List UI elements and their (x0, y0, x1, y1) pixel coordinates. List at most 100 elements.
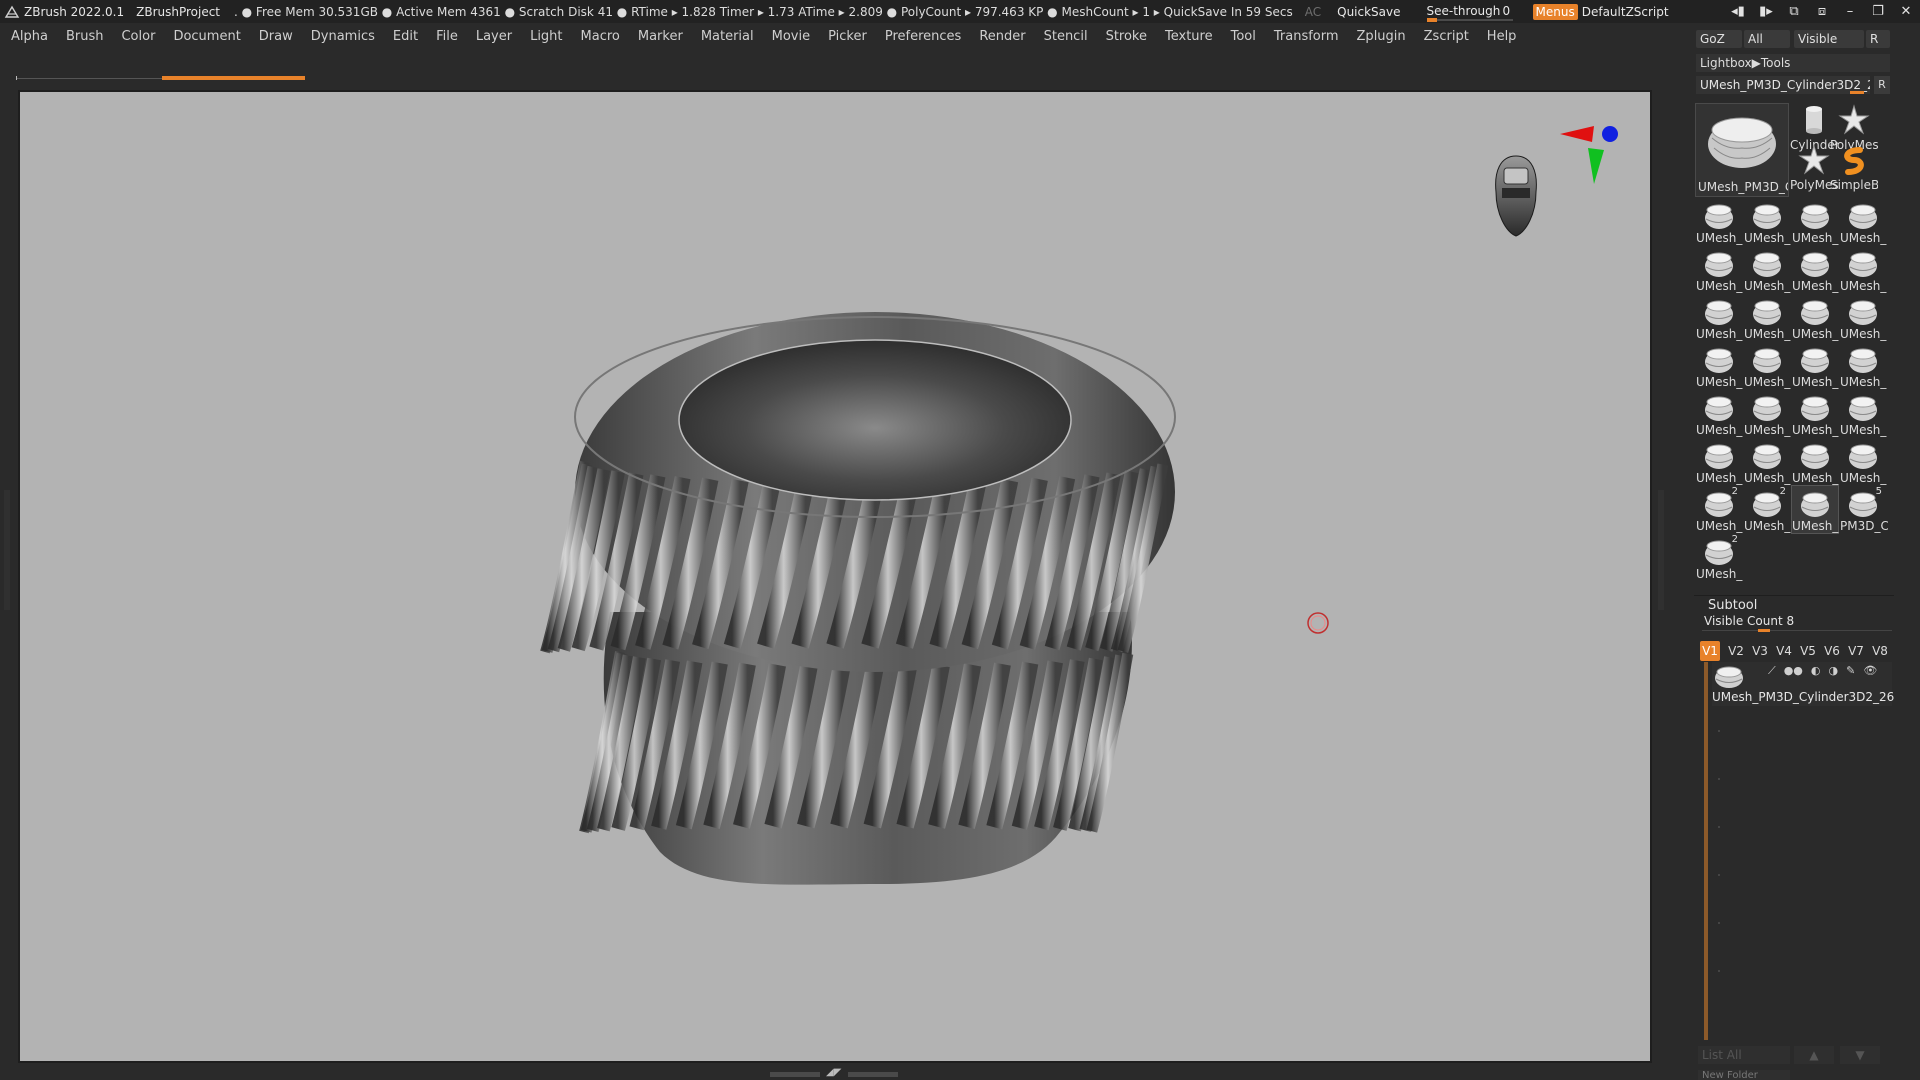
paint-brush-icon[interactable]: ✎ (1846, 664, 1855, 678)
goz-all-button[interactable]: All (1744, 30, 1790, 48)
navigation-gizmo-icon[interactable] (1495, 126, 1618, 237)
eye-icon[interactable]: 👁 (1863, 664, 1877, 678)
window-tile-icon[interactable]: ⧈ (1808, 4, 1836, 19)
tool-thumb-umesh[interactable]: UMesh_ (1696, 198, 1742, 245)
menu-render[interactable]: Render (979, 29, 1025, 44)
window-cascade-icon[interactable]: ⧉ (1780, 4, 1808, 19)
tool-r-button[interactable]: R (1874, 76, 1890, 94)
tool-thumb-umesh[interactable]: UMesh_ (1744, 390, 1790, 437)
default-zscript-button[interactable]: DefaultZScript (1582, 5, 1669, 19)
tool-thumb-umesh[interactable]: UMesh_ (1792, 390, 1838, 437)
tool-thumb-umesh[interactable]: UMesh_ (1696, 342, 1742, 389)
ui-layout-left-icon[interactable]: ◂▮ (1724, 4, 1752, 19)
see-through-slider[interactable]: See-through 0 (1426, 3, 1513, 22)
menu-help[interactable]: Help (1487, 29, 1517, 44)
bottom-tray-handle[interactable]: ◢◤ (770, 1068, 900, 1078)
menu-edit[interactable]: Edit (393, 29, 418, 44)
menu-stroke[interactable]: Stroke (1106, 29, 1147, 44)
menu-brush[interactable]: Brush (66, 29, 104, 44)
menu-material[interactable]: Material (701, 29, 754, 44)
tool-thumb-umesh[interactable]: UMesh_ (1792, 198, 1838, 245)
version-v6-button[interactable]: V6 (1820, 641, 1844, 661)
goz-visible-button[interactable]: Visible (1794, 30, 1864, 48)
menu-layer[interactable]: Layer (476, 29, 512, 44)
subtool-title[interactable]: Subtool (1708, 598, 1757, 613)
see-through-handle[interactable] (1426, 17, 1437, 22)
menu-preferences[interactable]: Preferences (885, 29, 961, 44)
tool-thumb-umesh[interactable]: UMesh_ (1744, 246, 1790, 293)
version-v5-button[interactable]: V5 (1796, 641, 1820, 661)
version-v3-button[interactable]: V3 (1748, 641, 1772, 661)
version-v7-button[interactable]: V7 (1844, 641, 1868, 661)
menu-texture[interactable]: Texture (1165, 29, 1213, 44)
version-v4-button[interactable]: V4 (1772, 641, 1796, 661)
menu-light[interactable]: Light (530, 29, 562, 44)
ac-toggle[interactable]: AC (1305, 5, 1321, 19)
menu-tool[interactable]: Tool (1231, 29, 1256, 44)
restore-icon[interactable]: ❐ (1864, 4, 1892, 19)
tool-thumb-umesh[interactable]: UMesh_ (1840, 198, 1886, 245)
solo-icon[interactable]: ◐ (1811, 664, 1821, 678)
menu-zplugin[interactable]: Zplugin (1357, 29, 1406, 44)
tool-thumb-umesh[interactable]: 5 PM3D_C (1840, 486, 1888, 533)
active-tool-thumbnail[interactable]: UMesh_PM3D_C (1695, 103, 1789, 197)
polypaint-icon[interactable]: ●● (1784, 664, 1803, 678)
version-v2-button[interactable]: V2 (1724, 641, 1748, 661)
goz-r-button[interactable]: R (1866, 30, 1890, 48)
document-canvas[interactable] (18, 90, 1652, 1063)
tool-thumb-umesh[interactable]: UMesh_ (1744, 438, 1790, 485)
tool-thumb-umesh[interactable]: UMesh_ (1840, 246, 1886, 293)
menu-zscript[interactable]: Zscript (1424, 29, 1469, 44)
subtool-list-item[interactable]: ⟋ ●● ◐ ◑ ✎ 👁 UMesh_PM3D_Cylinder3D2_26 (1712, 662, 1894, 706)
brush-visibility-icon[interactable]: ⟋ (1768, 664, 1776, 678)
see-through-track[interactable] (1426, 17, 1513, 22)
tool-thumb-umesh[interactable]: UMesh_ (1792, 438, 1838, 485)
tool-thumb-simpleb[interactable]: SimpleB (1830, 144, 1878, 192)
tool-thumb-umesh[interactable]: UMesh_ (1791, 485, 1839, 534)
tool-thumb-umesh[interactable]: 2 UMesh_ (1696, 534, 1742, 581)
tool-thumb-umesh[interactable]: UMesh_ (1840, 390, 1886, 437)
menu-file[interactable]: File (436, 29, 458, 44)
tool-thumb-umesh[interactable]: UMesh_ (1792, 342, 1838, 389)
menu-movie[interactable]: Movie (772, 29, 810, 44)
version-v1-button[interactable]: V1 (1700, 641, 1720, 661)
tool-thumb-umesh[interactable]: UMesh_ (1840, 294, 1886, 341)
current-tool-name[interactable]: UMesh_PM3D_Cylinder3D2_2 (1696, 76, 1870, 94)
minimize-icon[interactable]: – (1836, 4, 1864, 19)
list-all-button[interactable]: List All (1698, 1046, 1790, 1064)
move-up-icon[interactable]: ▲ (1794, 1046, 1834, 1064)
lightbox-tools-button[interactable]: Lightbox▶Tools (1696, 54, 1890, 72)
menu-marker[interactable]: Marker (638, 29, 683, 44)
menu-transform[interactable]: Transform (1274, 29, 1339, 44)
tool-thumb-umesh[interactable]: UMesh_ (1744, 294, 1790, 341)
visible-count-handle[interactable] (1758, 629, 1770, 632)
tool-thumb-umesh[interactable]: UMesh_ (1696, 438, 1742, 485)
goz-button[interactable]: GoZ (1696, 30, 1742, 48)
tool-thumb-umesh[interactable]: UMesh_ (1840, 438, 1886, 485)
tool-thumb-umesh[interactable]: UMesh_ (1744, 198, 1790, 245)
move-down-icon[interactable]: ▼ (1840, 1046, 1880, 1064)
version-v8-button[interactable]: V8 (1868, 641, 1892, 661)
menu-draw[interactable]: Draw (259, 29, 293, 44)
tool-thumb-umesh[interactable]: UMesh_ (1696, 246, 1742, 293)
menu-stencil[interactable]: Stencil (1044, 29, 1088, 44)
tool-thumb-umesh[interactable]: UMesh_ (1696, 390, 1742, 437)
tool-thumb-umesh[interactable]: UMesh_ (1696, 294, 1742, 341)
quicksave-button[interactable]: QuickSave (1337, 5, 1400, 19)
menu-color[interactable]: Color (121, 29, 155, 44)
menu-picker[interactable]: Picker (828, 29, 867, 44)
right-tray-handle[interactable] (1658, 490, 1664, 610)
tool-thumb-umesh[interactable]: UMesh_ (1792, 246, 1838, 293)
tool-thumb-umesh[interactable]: 2 UMesh_ (1744, 486, 1790, 533)
close-icon[interactable]: ✕ (1892, 4, 1920, 19)
tray-toggle-icon[interactable]: ◢◤ (826, 1068, 841, 1078)
ui-layout-right-icon[interactable]: ▮▸ (1752, 4, 1780, 19)
new-folder-button[interactable]: New Folder (1698, 1070, 1790, 1080)
tool-thumb-umesh[interactable]: 2 UMesh_ (1696, 486, 1742, 533)
menu-alpha[interactable]: Alpha (11, 29, 48, 44)
tool-thumb-umesh[interactable]: UMesh_ (1840, 342, 1886, 389)
left-tray-handle[interactable] (4, 490, 10, 610)
tool-thumb-umesh[interactable]: UMesh_ (1744, 342, 1790, 389)
menu-document[interactable]: Document (173, 29, 240, 44)
visible-count-slider[interactable]: Visible Count 8 (1702, 614, 1892, 632)
